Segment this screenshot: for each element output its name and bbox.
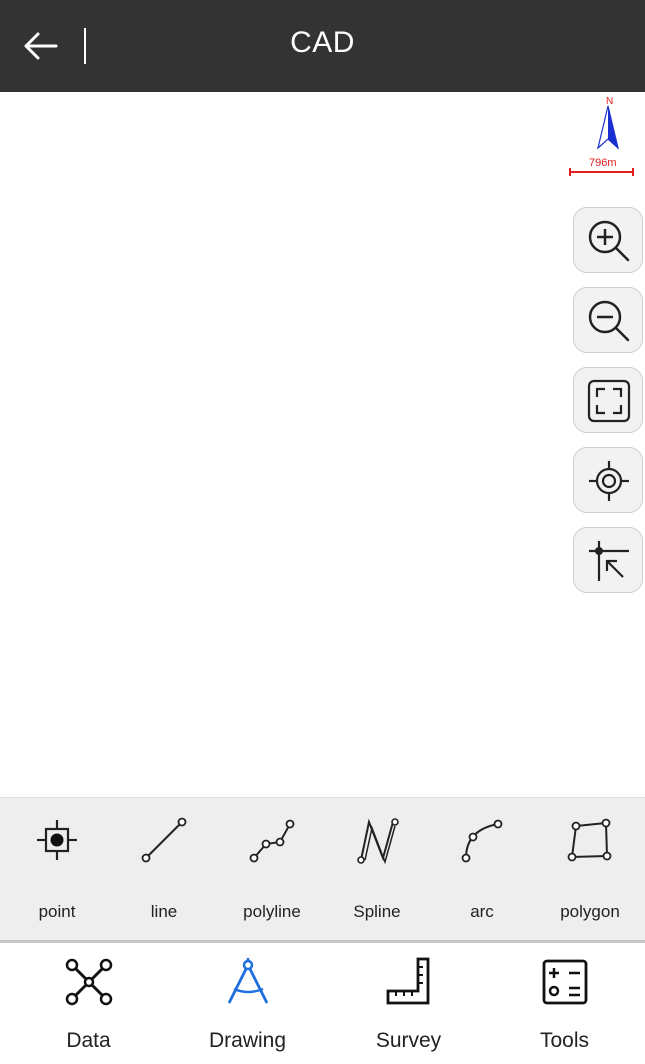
tool-label: point [38,902,76,921]
page-title: CAD [290,26,355,59]
app-header: CAD [0,0,645,92]
full-extent-icon [587,379,631,423]
tool-spline[interactable]: Spline [325,798,429,941]
nav-drawing[interactable]: Drawing [167,943,328,1064]
zoom-in-button[interactable] [573,207,643,273]
map-canvas[interactable] [0,92,645,797]
arc-icon [461,819,503,863]
full-extent-button[interactable] [573,367,643,433]
zoom-in-icon [588,220,630,262]
line-icon [141,817,187,863]
locate-button[interactable] [573,447,643,513]
tool-polyline[interactable]: polyline [220,798,324,941]
spline-icon [357,818,399,865]
polyline-icon [249,819,295,863]
pick-button[interactable] [573,527,643,593]
tool-polygon[interactable]: polygon [538,798,642,941]
point-icon [37,820,77,860]
nav-tools[interactable]: Tools [484,943,645,1064]
svg-text:N: N [606,96,613,107]
zoom-out-icon [588,300,630,342]
nav-label: Survey [375,1029,442,1052]
crosshair-icon [589,461,629,501]
compass-drawing-icon [227,958,268,1004]
zoom-out-button[interactable] [573,287,643,353]
nav-label: Data [66,1029,111,1052]
ruler-icon [386,957,429,1005]
pick-cursor-icon [589,541,629,581]
tool-point[interactable]: point [5,798,109,941]
bottom-nav: Data Drawing Survey Tools [0,943,645,1064]
nav-survey[interactable]: Survey [328,943,489,1064]
tool-label: Spline [353,902,401,921]
tool-line[interactable]: line [112,798,216,941]
tool-label: arc [470,902,494,921]
tool-arc[interactable]: arc [430,798,534,941]
nav-data[interactable]: Data [8,943,169,1064]
tool-label: polyline [243,902,301,921]
drawing-tools-bar: point line polyline Spline arc polygon [0,797,645,941]
tool-label: polygon [560,902,620,921]
polygon-icon [567,818,612,862]
data-icon [65,958,112,1006]
calculator-icon [542,959,587,1005]
nav-label: Drawing [208,1029,287,1052]
scale-label: 796m [589,157,617,169]
tool-label: line [150,902,178,921]
nav-label: Tools [539,1029,590,1052]
